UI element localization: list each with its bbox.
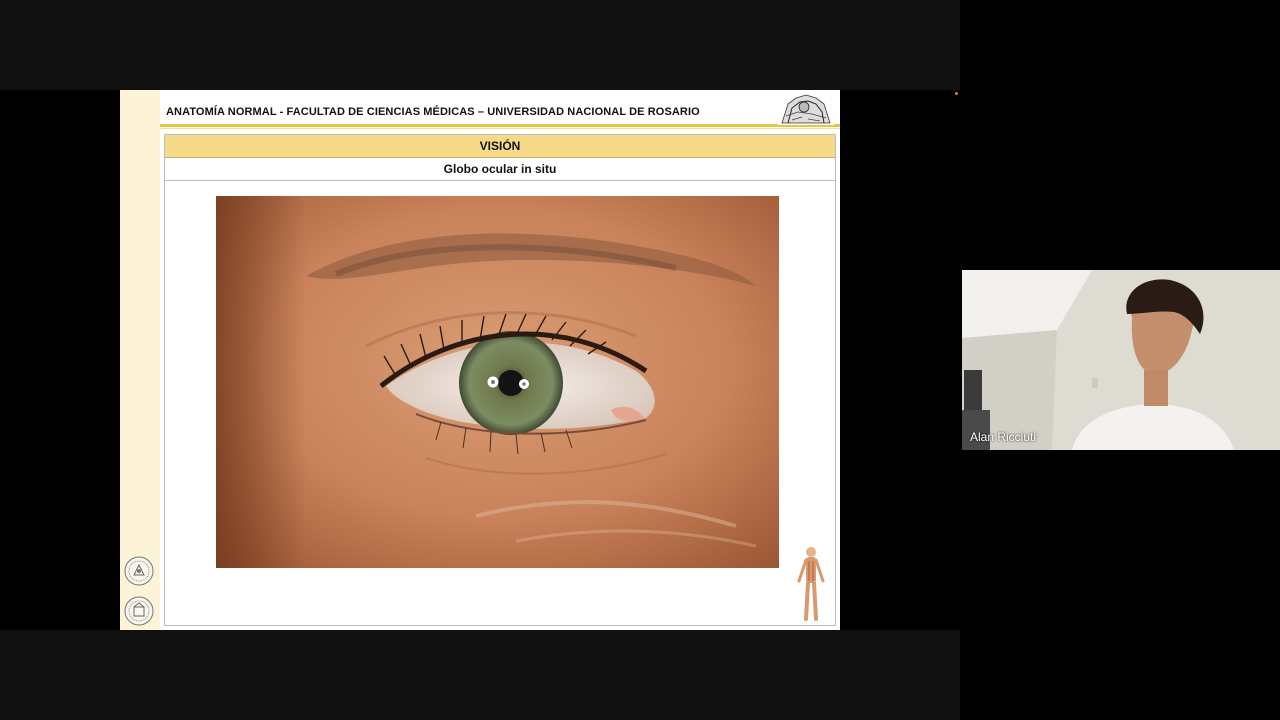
university-logo-icon [778, 92, 834, 125]
share-top-bar [0, 0, 960, 90]
share-bottom-bar [0, 630, 960, 720]
slide-header-rule-thin [160, 128, 840, 129]
participant-video [962, 270, 1280, 450]
presentation-slide: ANATOMÍA NORMAL - FACULTAD DE CIENCIAS M… [120, 90, 840, 630]
slide-side-strip [120, 90, 160, 630]
seal-icon [124, 556, 154, 586]
human-figure-icon [797, 547, 825, 621]
participant-video-tile[interactable]: Alan Ricciuti [962, 270, 1280, 450]
section-title: VISIÓN [165, 135, 835, 158]
slide-header-text: ANATOMÍA NORMAL - FACULTAD DE CIENCIAS M… [166, 106, 700, 118]
slide-content-box: VISIÓN Globo ocular in situ [164, 134, 836, 626]
participant-name-label: Alan Ricciuti [970, 430, 1037, 444]
recording-indicator-icon [955, 92, 958, 95]
screen-share-area: ANATOMÍA NORMAL - FACULTAD DE CIENCIAS M… [0, 0, 960, 720]
eye-photo [216, 196, 779, 568]
slide-subtitle: Globo ocular in situ [165, 158, 835, 181]
seal-icon [124, 596, 154, 626]
slide-header-rule [160, 124, 840, 127]
